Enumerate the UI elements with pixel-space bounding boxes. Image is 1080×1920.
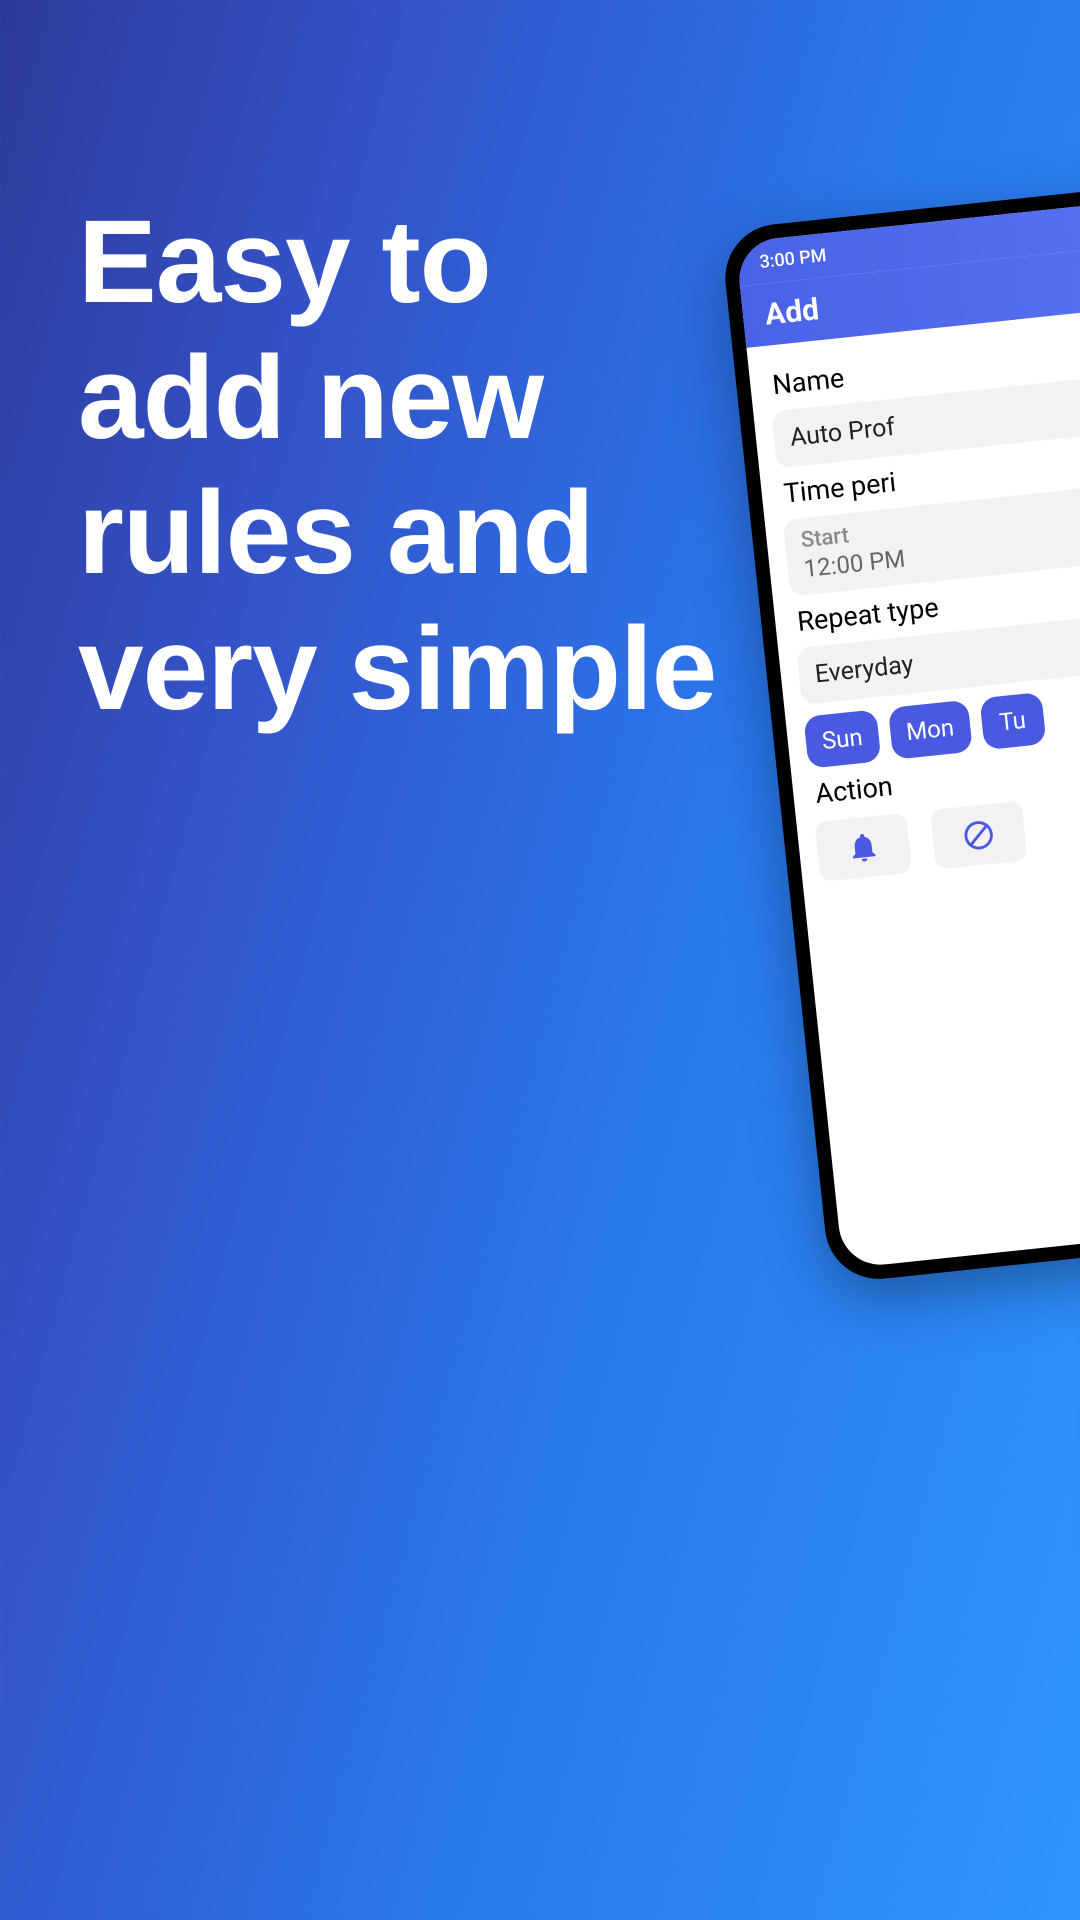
promo-headline: Easy to add new rules and very simple [78, 195, 716, 738]
status-time: 3:00 PM [758, 245, 827, 273]
day-chip-tue[interactable]: Tu [979, 692, 1046, 750]
headline-line: add new [78, 331, 716, 467]
block-icon [960, 817, 997, 854]
phone-frame: 3:00 PM Add Name Auto Prof Time peri Sta… [720, 176, 1080, 1285]
form-content: Name Auto Prof Time peri Start 12:00 PM … [746, 296, 1080, 897]
day-chip-sun[interactable]: Sun [803, 709, 881, 768]
action-bell-button[interactable] [814, 813, 912, 882]
day-chip-mon[interactable]: Mon [888, 700, 973, 760]
headline-line: rules and [78, 466, 716, 602]
phone-screen: 3:00 PM Add Name Auto Prof Time peri Sta… [735, 191, 1080, 1269]
headline-line: very simple [78, 602, 716, 738]
bell-icon [845, 829, 882, 866]
phone-mockup: 3:00 PM Add Name Auto Prof Time peri Sta… [720, 176, 1080, 1285]
app-bar-title: Add [763, 292, 820, 332]
headline-line: Easy to [78, 195, 716, 331]
action-block-button[interactable] [930, 801, 1028, 870]
